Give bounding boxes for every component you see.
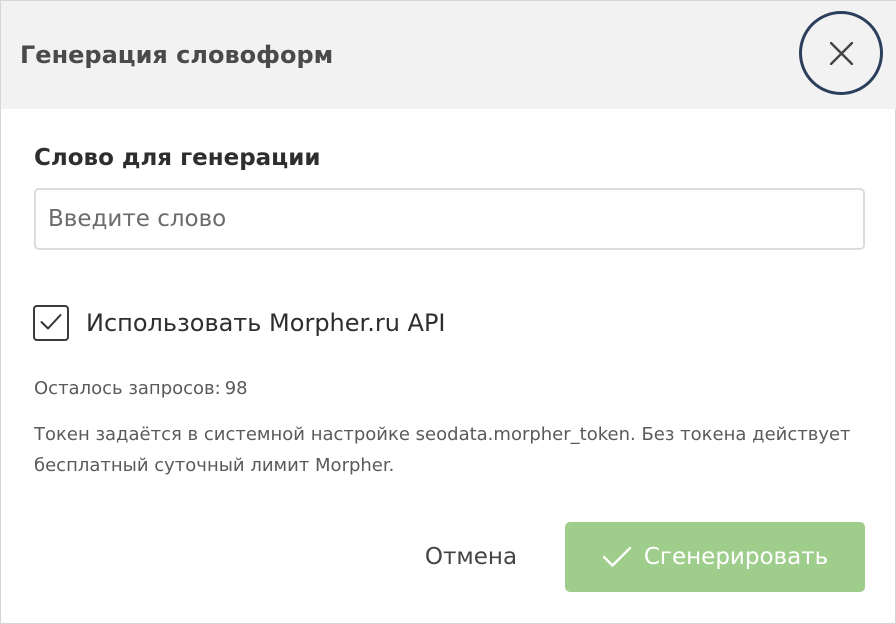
remaining-requests: Осталось запросов: 98 — [34, 377, 248, 401]
word-forms-dialog: Генерация словоформ Слово для генерации … — [0, 0, 896, 624]
dialog-header: Генерация словоформ — [1, 1, 896, 109]
close-icon — [830, 42, 853, 65]
use-api-option[interactable]: Использовать Morpher.ru API — [33, 305, 446, 341]
use-api-checkbox[interactable] — [33, 305, 69, 341]
remaining-requests-label: Осталось запросов: — [34, 378, 221, 399]
check-icon — [602, 546, 632, 567]
use-api-label: Использовать Morpher.ru API — [86, 309, 446, 337]
generate-button[interactable]: Сгенерировать — [565, 522, 865, 592]
token-hint: Токен задаётся в системной настройке seo… — [34, 424, 851, 476]
remaining-requests-count: 98 — [224, 378, 248, 399]
close-button[interactable] — [799, 11, 883, 95]
check-icon — [40, 314, 62, 330]
generate-button-label: Сгенерировать — [643, 544, 829, 570]
word-field-label: Слово для генерации — [34, 145, 321, 171]
cancel-button[interactable]: Отмена — [405, 525, 537, 587]
dialog-title: Генерация словоформ — [20, 41, 334, 69]
word-input[interactable] — [34, 188, 865, 250]
